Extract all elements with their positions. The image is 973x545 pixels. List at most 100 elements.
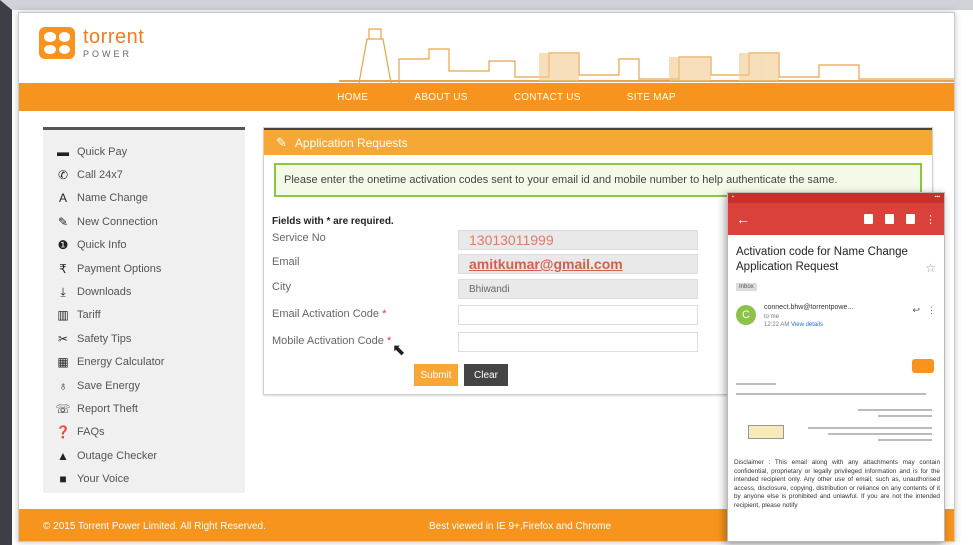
logo-sub: POWER [83,49,133,59]
nav-home[interactable]: HOME [337,92,368,103]
sender-name: connect.bhw@torrentpowe... [764,304,854,311]
rupee-icon: ₹ [59,261,67,276]
sidebar-item-save-energy[interactable]: ♁ Save Energy [55,374,245,397]
sidebar-item-downloads[interactable]: ⤓ Downloads [55,280,245,303]
warning-icon: ▲ [57,448,69,463]
font-icon: A [58,191,67,206]
sidebar-item-label: Name Change [77,192,148,205]
panel-title: Application Requests [294,135,408,150]
sidebar-item-faqs[interactable]: ❓ FAQs [55,421,245,444]
sidebar-item-label: Downloads [77,286,132,299]
phone-status-bar: ▪ ▪▪▪ [728,193,944,203]
inbox-label: Inbox [736,283,757,291]
sidebar-item-call-24x7[interactable]: ✆ Call 24x7 [55,163,245,186]
sidebar-item-label: Quick Info [77,239,127,252]
sidebar-item-label: Save Energy [77,379,140,392]
view-details-link[interactable]: View details [791,322,823,328]
more-vert-icon[interactable]: ⋮ [927,305,936,316]
city-label: City [272,281,291,293]
bulb-icon: ♁ [58,378,68,393]
sidebar-item-new-connection[interactable]: ✎ New Connection [55,210,245,233]
sidebar-item-energy-calculator[interactable]: ▦ Energy Calculator [55,351,245,374]
sidebar-item-label: Payment Options [77,262,162,275]
sidebar-item-label: Energy Calculator [77,356,165,369]
copyright-text: © 2015 Torrent Power Limited. All Right … [43,520,266,532]
mail-subject-text: Activation code for Name Change Applicat… [736,246,908,273]
archive-icon[interactable] [864,214,873,224]
gmail-app-bar: ← ⋮ [728,203,944,235]
logo-mark-icon [39,27,75,59]
info-icon: ❶ [57,238,69,253]
phone-icon: ✆ [57,168,69,183]
logo-name: torrent [83,26,145,48]
avatar: C [736,305,756,325]
back-arrow-icon[interactable]: ← [736,211,852,227]
sidebar-item-label: Your Voice [77,473,130,486]
mail-time: 12:22 AM [764,322,790,328]
nav-contact-us[interactable]: CONTACT US [514,92,581,103]
sidebar-item-label: Call 24x7 [77,169,123,182]
nav-site-map[interactable]: SITE MAP [627,92,676,103]
submit-button[interactable]: Submit [414,364,458,386]
mobile-code-label: Mobile Activation Code * [272,335,391,347]
email-value: amitkumar@gmail.com [458,254,698,274]
torrent-logo[interactable]: torrent POWER [39,27,144,59]
email-label: Email [272,256,300,268]
report-icon: ☏ [55,401,71,416]
site-header: torrent POWER [19,13,954,83]
sidebar-item-name-change[interactable]: A Name Change [55,187,245,210]
sidebar-item-label: FAQs [77,426,105,439]
sidebar-item-label: New Connection [77,215,158,228]
required-star: * [386,335,392,347]
book-icon: ▥ [57,308,69,323]
sender-to: to me [764,314,780,320]
delete-icon[interactable] [885,214,894,224]
question-icon: ❓ [55,425,71,440]
sidebar-item-payment-options[interactable]: ₹ Payment Options [55,257,245,280]
sidebar-item-safety-tips[interactable]: ✂ Safety Tips [55,327,245,350]
sidebar-item-quick-info[interactable]: ❶ Quick Info [55,234,245,257]
mail-disclaimer: Disclaimer : This email along with any a… [734,459,940,509]
clear-button[interactable]: Clear [464,364,508,386]
mail-icon[interactable] [906,214,915,224]
comment-icon: ■ [59,472,67,487]
more-vert-icon[interactable]: ⋮ [925,213,936,226]
panel-header: ✎ Application Requests [264,128,932,155]
sender-row: C connect.bhw@torrentpowe... to me 12:22… [728,301,944,341]
torrent-mini-logo-icon [912,359,934,373]
email-code-label-text: Email Activation Code [272,308,379,320]
reply-icon[interactable]: ↩ [912,305,920,316]
wrench-icon: ✂ [57,331,69,346]
sender-time: 12:22 AM View details [764,322,823,328]
sidebar-item-label: Report Theft [77,402,138,415]
sidebar-item-label: Tariff [77,309,101,322]
gmail-phone-overlay: ▪ ▪▪▪ ← ⋮ Activation code for Name Change… [727,192,945,542]
pencil-icon: ✎ [276,134,287,150]
power-plant-skyline-image [339,28,954,83]
calculator-icon: ▦ [57,355,69,370]
pencil-icon: ✎ [57,214,69,229]
email-code-label: Email Activation Code * [272,308,386,320]
service-no-label: Service No [272,232,326,244]
nav-about-us[interactable]: ABOUT US [414,92,467,103]
main-nav: HOME ABOUT US CONTACT US SITE MAP [19,83,954,111]
mobile-activation-code-input[interactable] [458,332,698,352]
required-star: * [382,308,387,320]
sidebar-item-outage-checker[interactable]: ▲ Outage Checker [55,444,245,467]
service-no-value: 13013011999 [458,230,698,250]
sidebar-menu: ▬ Quick Pay ✆ Call 24x7 A Name Change ✎ New Con… [43,127,245,493]
sidebar-item-your-voice[interactable]: ■ Your Voice [55,467,245,490]
sidebar-item-label: Outage Checker [77,449,158,462]
sidebar-item-tariff[interactable]: ▥ Tariff [55,304,245,327]
mouse-cursor-icon: ⬉ [392,342,406,359]
star-icon[interactable]: ☆ [925,261,936,276]
city-value: Bhiwandi [458,279,698,299]
download-icon: ⤓ [60,284,66,299]
sidebar-item-report-theft[interactable]: ☏ Report Theft [55,397,245,420]
mail-banner-image [748,425,784,439]
email-activation-code-input[interactable] [458,305,698,325]
mobile-code-label-text: Mobile Activation Code [272,335,384,347]
credit-card-icon: ▬ [57,144,69,159]
sidebar-item-quick-pay[interactable]: ▬ Quick Pay [55,140,245,163]
required-note: Fields with * are required. [272,216,394,227]
